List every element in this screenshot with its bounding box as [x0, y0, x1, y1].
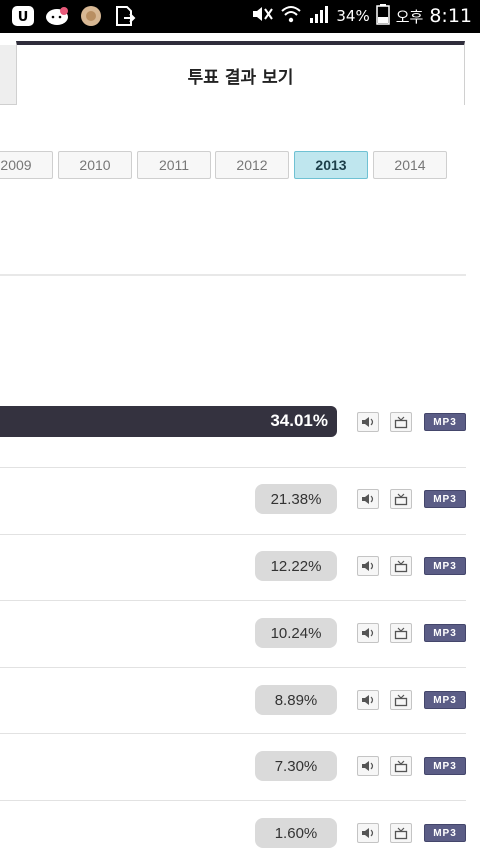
speaker-icon[interactable] [357, 756, 379, 776]
tv-icon[interactable] [390, 623, 412, 643]
leader-result-bar: 34.01% [0, 406, 337, 437]
mp3-button[interactable]: MP3 [424, 413, 466, 431]
row-divider [0, 667, 466, 668]
time-ampm: 오후 [395, 7, 424, 26]
year-button-2011[interactable]: 2011 [137, 151, 211, 179]
mp3-button[interactable]: MP3 [424, 691, 466, 709]
file-export-icon [112, 4, 138, 28]
tv-icon[interactable] [390, 489, 412, 509]
flower-icon [78, 4, 104, 28]
tv-icon[interactable] [390, 556, 412, 576]
mp3-button[interactable]: MP3 [424, 757, 466, 775]
speaker-icon[interactable] [357, 823, 379, 843]
result-percent: 12.22% [255, 551, 337, 581]
tv-icon[interactable] [390, 690, 412, 710]
result-percent: 10.24% [255, 618, 337, 648]
year-button-2012[interactable]: 2012 [215, 151, 289, 179]
hello-kitty-icon [44, 4, 70, 28]
tv-icon[interactable] [390, 412, 412, 432]
mp3-button[interactable]: MP3 [424, 557, 466, 575]
row-divider [0, 800, 466, 801]
row-divider [0, 733, 466, 734]
tab-vote-results[interactable]: 투표 결과 보기 [16, 41, 465, 105]
tab-previous[interactable] [0, 45, 17, 105]
tab-vote-results-label: 투표 결과 보기 [187, 68, 294, 88]
svg-text:U: U [18, 10, 29, 25]
signal-icon [308, 4, 330, 28]
mp3-button[interactable]: MP3 [424, 624, 466, 642]
tv-icon[interactable] [390, 756, 412, 776]
result-percent: 21.38% [255, 484, 337, 514]
result-percent: 8.89% [255, 685, 337, 715]
speaker-icon[interactable] [357, 556, 379, 576]
row-divider [0, 467, 466, 468]
result-percent: 7.30% [255, 751, 337, 781]
speaker-icon[interactable] [357, 690, 379, 710]
wifi-icon [280, 4, 302, 28]
year-button-2013[interactable]: 2013 [294, 151, 368, 179]
clock-time: 8:11 [429, 5, 472, 27]
battery-icon [375, 3, 390, 29]
year-button-2014[interactable]: 2014 [373, 151, 447, 179]
row-divider [0, 600, 466, 601]
status-bar: U 34% 오후 8:11 [0, 0, 480, 33]
result-percent: 1.60% [255, 818, 337, 848]
row-divider [0, 534, 466, 535]
battery-percent: 34% [336, 7, 370, 25]
year-button-2009[interactable]: 2009 [0, 151, 53, 179]
year-button-2010[interactable]: 2010 [58, 151, 132, 179]
mute-icon [250, 4, 274, 28]
tv-icon[interactable] [390, 823, 412, 843]
section-divider [0, 274, 466, 276]
result-percent: 34.01% [270, 411, 328, 430]
mp3-button[interactable]: MP3 [424, 824, 466, 842]
mp3-button[interactable]: MP3 [424, 490, 466, 508]
speaker-icon[interactable] [357, 489, 379, 509]
app-notification-icon: U [10, 4, 36, 28]
speaker-icon[interactable] [357, 623, 379, 643]
speaker-icon[interactable] [357, 412, 379, 432]
